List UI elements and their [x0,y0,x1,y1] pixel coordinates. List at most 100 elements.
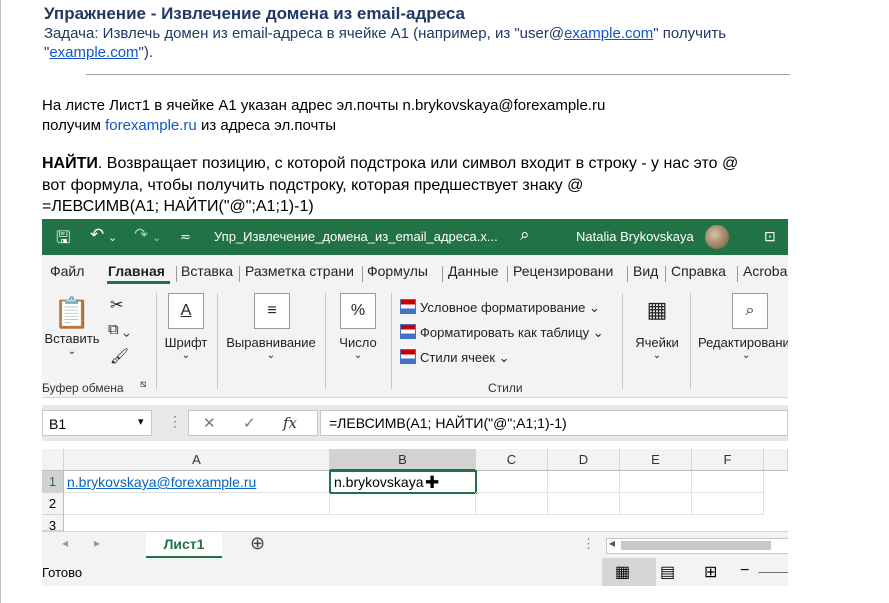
column-header-next[interactable] [764,449,788,471]
format-as-table-button[interactable]: Форматировать как таблицу ⌄ [400,324,604,341]
column-header-a[interactable]: A [64,449,330,471]
ribbon-display-icon[interactable]: ⊡ [764,228,776,245]
cells-button[interactable]: Ячейки ⌄ [626,335,688,361]
tab-separator [507,266,508,282]
exercise-title: Упражнение - Извлечение домена из email-… [44,4,465,23]
search-icon[interactable]: ⌕ [732,293,768,329]
save-icon[interactable]: 🖫 [56,225,70,254]
font-icon[interactable]: A [168,293,204,329]
number-button[interactable]: Число ⌄ [328,335,388,361]
alignment-button[interactable]: Выравнивание ⌄ [220,335,322,361]
cell-f1[interactable] [692,471,764,493]
name-box[interactable]: B1 [42,410,152,436]
cell-a1[interactable]: n.brykovskaya@forexample.ru [64,471,330,493]
cut-icon[interactable]: ✂ [110,295,123,315]
cell-e1[interactable] [620,471,692,493]
cell-d1[interactable] [548,471,620,493]
alignment-icon[interactable]: ≡ [254,293,290,329]
redo-icon[interactable]: ↷ [134,225,148,245]
zoom-slider[interactable] [758,572,788,573]
column-header-e[interactable]: E [620,449,692,471]
cell-styles-button[interactable]: Стили ячеек ⌄ [400,349,510,366]
divider [86,74,790,75]
zoom-out-icon[interactable]: − [740,562,749,580]
insert-function-icon[interactable]: fx [283,414,297,432]
horizontal-scrollbar[interactable]: ◂ [606,536,788,554]
tab-review[interactable]: Рецензировани [513,263,613,279]
tab-home[interactable]: Главная [108,263,165,279]
paste-button[interactable]: 📋 Вставить ⌄ [44,297,100,357]
tab-split-icon[interactable]: ⋮ [582,536,595,552]
cell-d2[interactable] [548,493,620,515]
conditional-formatting-button[interactable]: Условное форматирование ⌄ [400,299,600,316]
format-as-table-label: Форматировать как таблицу [420,325,590,340]
active-tab-indicator [107,281,170,284]
tab-separator [176,266,177,282]
column-header-d[interactable]: D [548,449,620,471]
column-header-f[interactable]: F [692,449,764,471]
conditional-formatting-label: Условное форматирование [420,300,586,315]
tab-formulas[interactable]: Формулы [367,263,428,279]
cell-styles-label: Стили ячеек [420,350,496,365]
sheet-tab-bar: ◂ ▸ Лист1 ⊕ ⋮ ◂ [42,531,788,559]
sheet-tab-list1[interactable]: Лист1 [146,532,222,559]
cell-b1[interactable]: n.brykovskaya [329,470,477,494]
normal-view-icon[interactable]: ▦ [615,562,630,582]
cell-c2[interactable] [476,493,548,515]
redo-dropdown-icon[interactable]: ⌄ [152,231,161,244]
percent-icon[interactable]: % [340,293,376,329]
copy-icon[interactable]: ⧉ ⌄ [108,321,130,338]
window-title: Упр_Извлечение_домена_из_email_адреса.x.… [214,229,498,244]
scrollbar-thumb[interactable] [621,541,771,550]
cell-a2[interactable] [64,493,330,515]
column-header-b[interactable]: B [330,449,476,471]
tab-insert[interactable]: Вставка [181,263,233,279]
search-icon[interactable]: ⌕ [520,225,530,245]
cells-icon[interactable]: ▦ [640,293,674,327]
tab-acrobat[interactable]: Acroba [743,263,787,279]
user-name: Natalia Brykovskaya [576,229,694,244]
avatar[interactable] [705,225,729,249]
cell-b2[interactable] [330,493,476,515]
format-painter-icon[interactable]: 🖌 [110,347,129,365]
chevron-down-icon: ⌄ [742,350,751,361]
tab-file[interactable]: Файл [50,263,84,279]
cell-e2[interactable] [620,493,692,515]
editing-button[interactable]: Редактировани ⌄ [698,335,788,361]
column-header-c[interactable]: C [476,449,548,471]
select-all-corner[interactable] [42,449,64,471]
cells-label: Ячейки [635,335,679,350]
tab-view[interactable]: Вид [633,263,658,279]
undo-dropdown-icon[interactable]: ⌄ [108,231,117,244]
page-break-view-icon[interactable]: ⊞ [704,562,717,582]
chevron-down-icon: ⌄ [67,346,77,357]
prev-sheet-icon[interactable]: ◂ [62,536,68,550]
cell-f2[interactable] [692,493,764,515]
formula-input[interactable]: =ЛЕВСИМВ(A1; НАЙТИ("@";A1;1)-1) [320,410,788,436]
row-header-1[interactable]: 1 [42,471,64,493]
table-icon [400,324,416,339]
name-box-dropdown-icon[interactable]: ▾ [138,415,144,428]
row-header-3[interactable]: 3 [42,515,64,533]
dialog-launcher-icon[interactable]: ⧅ [140,379,146,390]
page-layout-view-icon[interactable]: ▤ [660,562,675,582]
cancel-icon[interactable]: ✕ [203,414,216,432]
enter-icon[interactable]: ✓ [243,414,256,432]
chevron-down-icon: ⌄ [652,350,662,361]
more-options-icon[interactable]: ⋮ [168,413,182,430]
scroll-left-icon[interactable]: ◂ [609,536,615,550]
tab-page-layout[interactable]: Разметка страни [245,263,354,279]
description-line-1: На листе Лист1 в ячейке A1 указан адрес … [42,97,606,114]
example-link-2[interactable]: example.com [49,44,138,61]
next-sheet-icon[interactable]: ▸ [94,536,100,550]
font-button[interactable]: Шрифт ⌄ [156,335,216,361]
cell-c1[interactable] [476,471,548,493]
row-header-2[interactable]: 2 [42,493,64,515]
tab-separator [737,266,738,282]
tab-data[interactable]: Данные [448,263,499,279]
add-sheet-icon[interactable]: ⊕ [250,533,265,554]
undo-icon[interactable]: ↶ [90,225,104,245]
customize-toolbar-icon[interactable]: ≂ [180,229,191,245]
tab-help[interactable]: Справка [671,263,726,279]
example-link-1[interactable]: example.com [564,25,653,42]
